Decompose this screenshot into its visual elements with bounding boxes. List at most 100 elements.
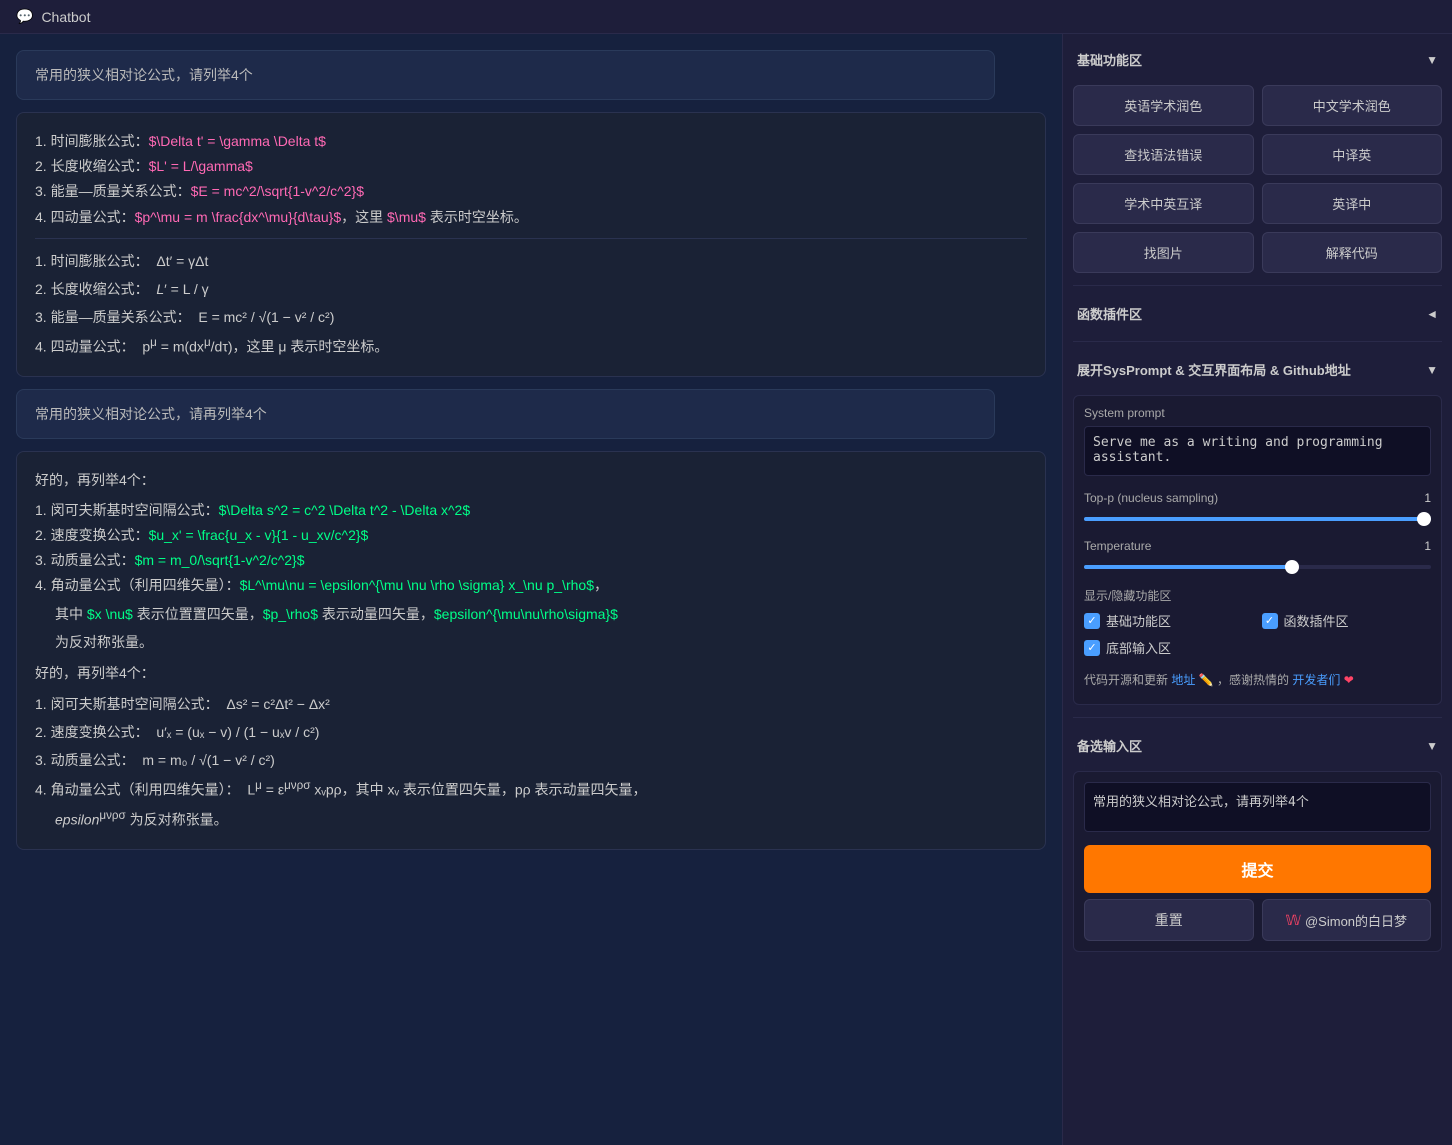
app-title: Chatbot [41,9,90,25]
divider [35,238,1027,239]
basic-section-arrow[interactable]: ▼ [1426,53,1438,67]
ai-rendered-block-1: 1. 时间膨胀公式： Δt′ = γΔt 2. 长度收缩公式： L′ = L /… [35,247,1027,361]
basic-btn-grid: 英语学术润色 中文学术润色 查找语法错误 中译英 学术中英互译 英译中 找图片 … [1073,85,1442,273]
chat-panel: 常用的狭义相对论公式，请列举4个 1. 时间膨胀公式：$\Delta t' = … [0,34,1062,1145]
sysprompt-input[interactable]: Serve me as a writing and programming as… [1084,426,1431,476]
divider-3 [1073,717,1442,718]
topp-slider[interactable] [1084,509,1431,529]
rendered-item-2-1: 1. 闵可夫斯基时空间隔公式： Δs² = c²Δt² − Δx² [35,690,1027,718]
footer-thanks: ，感谢热情的 [1217,673,1289,687]
rendered-item-2-3: 3. 动质量公式： m = m₀ / √(1 − v² / c²) [35,746,1027,774]
checkbox-bottom-box[interactable]: ✓ [1084,640,1100,656]
btn-explain-code[interactable]: 解释代码 [1262,232,1443,273]
rendered-item-2-2: 2. 速度变换公式： u′ₓ = (uₓ − v) / (1 − uₓv / c… [35,718,1027,746]
watermark-label: @Simon的白日梦 [1305,911,1407,930]
ai-latex-item-2: 2. 长度收缩公式：$L' = L/\gamma$ [35,154,1027,179]
checkbox-plugin[interactable]: ✓ 函数插件区 [1262,611,1432,630]
temp-fill [1084,565,1292,569]
ai-latex-block-1: 1. 时间膨胀公式：$\Delta t' = \gamma \Delta t$ … [35,129,1027,230]
ai-latex-item-2-1: 1. 闵可夫斯基时空间隔公式：$\Delta s^2 = c^2 \Delta … [35,498,1027,523]
reset-button[interactable]: 重置 [1084,899,1254,941]
user-message-2-text: 常用的狭义相对论公式，请再列举4个 [35,406,267,422]
ai-message-2: 好的，再列举4个： 1. 闵可夫斯基时空间隔公式：$\Delta s^2 = c… [16,451,1046,850]
show-hide-label-row: 显示/隐藏功能区 [1084,587,1431,605]
checkbox-basic-check: ✓ [1087,614,1096,627]
basic-section-header: 基础功能区 ▼ [1073,44,1442,75]
checkbox-plugin-check: ✓ [1265,614,1274,627]
ai-latex-note-2-4: 其中 $x \nu$ 表示位置置四矢量，$p_\rho$ 表示动量四矢量，$ep… [55,602,1027,627]
checkbox-bottom-check: ✓ [1087,641,1096,654]
ai-latex-item-1: 1. 时间膨胀公式：$\Delta t' = \gamma \Delta t$ [35,129,1027,154]
weibo-icon: 𝕎 [1285,912,1301,929]
ai-rendered-block-2: 1. 闵可夫斯基时空间隔公式： Δs² = c²Δt² − Δx² 2. 速度变… [35,690,1027,833]
topp-row: Top-p (nucleus sampling) 1 [1084,491,1431,505]
temp-label: Temperature [1084,539,1151,553]
backup-section-label: 备选输入区 [1077,736,1142,755]
footer-link[interactable]: 地址 [1171,673,1195,687]
footer-contributors[interactable]: 开发者们 [1292,673,1340,687]
plugin-section-header: 函数插件区 ◄ [1073,298,1442,329]
submit-button[interactable]: 提交 [1084,845,1431,893]
plugin-section-arrow[interactable]: ◄ [1426,307,1438,321]
ai-latex-note-2-4b: 为反对称张量。 [55,630,1027,655]
sysprompt-section: System prompt Serve me as a writing and … [1073,395,1442,705]
sysprompt-section-header[interactable]: 展开SysPrompt & 交互界面布局 & Github地址 ▼ [1073,354,1442,385]
ai-latex-item-2-3: 3. 动质量公式：$m = m_0/\sqrt{1-v^2/c^2}$ [35,548,1027,573]
checkbox-grid: ✓ 基础功能区 ✓ 函数插件区 ✓ 底部输入区 [1084,611,1431,657]
topp-label: Top-p (nucleus sampling) [1084,491,1218,505]
checkbox-plugin-label: 函数插件区 [1284,611,1349,630]
footer-text: 代码开源和更新 [1084,673,1168,687]
divider-1 [1073,285,1442,286]
checkbox-plugin-box[interactable]: ✓ [1262,613,1278,629]
btn-find-grammar[interactable]: 查找语法错误 [1073,134,1254,175]
chat-icon: 💬 [16,8,33,25]
rendered-item-4: 4. 四动量公式： pμ = m(dxμ/dτ)，这里 μ 表示时空坐标。 [35,331,1027,361]
heart-icon: ❤ [1344,673,1354,687]
btn-en-to-zh[interactable]: 英译中 [1262,183,1443,224]
btn-academic-translate[interactable]: 学术中英互译 [1073,183,1254,224]
basic-section-label: 基础功能区 [1077,50,1142,69]
ai-latex-item-2-2: 2. 速度变换公式：$u_x' = \frac{u_x - v}{1 - u_x… [35,523,1027,548]
topp-thumb[interactable] [1417,512,1431,526]
temp-row: Temperature 1 [1084,539,1431,553]
sysprompt-section-label: 展开SysPrompt & 交互界面布局 & Github地址 [1077,360,1351,379]
user-message-1: 常用的狭义相对论公式，请列举4个 [16,50,995,100]
backup-input[interactable]: 常用的狭义相对论公式，请再列举4个 [1084,782,1431,832]
ai-message-1: 1. 时间膨胀公式：$\Delta t' = \gamma \Delta t$ … [16,112,1046,377]
ai-rendered-intro-2: 好的，再列举4个： [35,661,1027,686]
rendered-item-2: 2. 长度收缩公式： L′ = L / γ [35,275,1027,303]
ai-intro-2: 好的，再列举4个： [35,468,1027,493]
temp-slider[interactable] [1084,557,1431,577]
checkbox-bottom[interactable]: ✓ 底部输入区 [1084,638,1254,657]
user-message-2: 常用的狭义相对论公式，请再列举4个 [16,389,995,439]
btn-zh-to-en[interactable]: 中译英 [1262,134,1443,175]
bottom-buttons: 重置 𝕎 @Simon的白日梦 [1084,899,1431,941]
ai-latex-item-4: 4. 四动量公式：$p^\mu = m \frac{dx^\mu}{d\tau}… [35,205,1027,230]
ai-latex-block-2: 1. 闵可夫斯基时空间隔公式：$\Delta s^2 = c^2 \Delta … [35,498,1027,655]
user-message-1-text: 常用的狭义相对论公式，请列举4个 [35,67,253,83]
rendered-item-3: 3. 能量—质量关系公式： E = mc² / √(1 − v² / c²) [35,303,1027,331]
checkbox-basic[interactable]: ✓ 基础功能区 [1084,611,1254,630]
topp-fill [1084,517,1431,521]
btn-zh-academic[interactable]: 中文学术润色 [1262,85,1443,126]
sidebar: 基础功能区 ▼ 英语学术润色 中文学术润色 查找语法错误 中译英 学术中英互译 … [1062,34,1452,1145]
btn-find-image[interactable]: 找图片 [1073,232,1254,273]
checkbox-basic-box[interactable]: ✓ [1084,613,1100,629]
main-layout: 常用的狭义相对论公式，请列举4个 1. 时间膨胀公式：$\Delta t' = … [0,34,1452,1145]
plugin-section-label: 函数插件区 [1077,304,1142,323]
checkbox-bottom-label: 底部输入区 [1106,638,1171,657]
footer-links: 代码开源和更新 地址 ✏️ ，感谢热情的 开发者们 ❤ [1084,667,1431,694]
rendered-note-2-4: epsilonμνρσ 为反对称张量。 [55,804,1027,834]
app-header: 💬 Chatbot [0,0,1452,34]
temp-thumb[interactable] [1285,560,1299,574]
show-hide-label: 显示/隐藏功能区 [1084,589,1171,603]
btn-en-academic[interactable]: 英语学术润色 [1073,85,1254,126]
rendered-item-1: 1. 时间膨胀公式： Δt′ = γΔt [35,247,1027,275]
temp-value: 1 [1411,539,1431,553]
topp-value: 1 [1411,491,1431,505]
rendered-item-2-4: 4. 角动量公式（利用四维矢量）： Lμ = εμνρσ xᵥpρ，其中 xᵥ … [35,774,1027,804]
sysprompt-section-arrow[interactable]: ▼ [1426,363,1438,377]
backup-section-header: 备选输入区 ▼ [1073,730,1442,761]
watermark-button[interactable]: 𝕎 @Simon的白日梦 [1262,899,1432,941]
backup-section-arrow[interactable]: ▼ [1426,739,1438,753]
